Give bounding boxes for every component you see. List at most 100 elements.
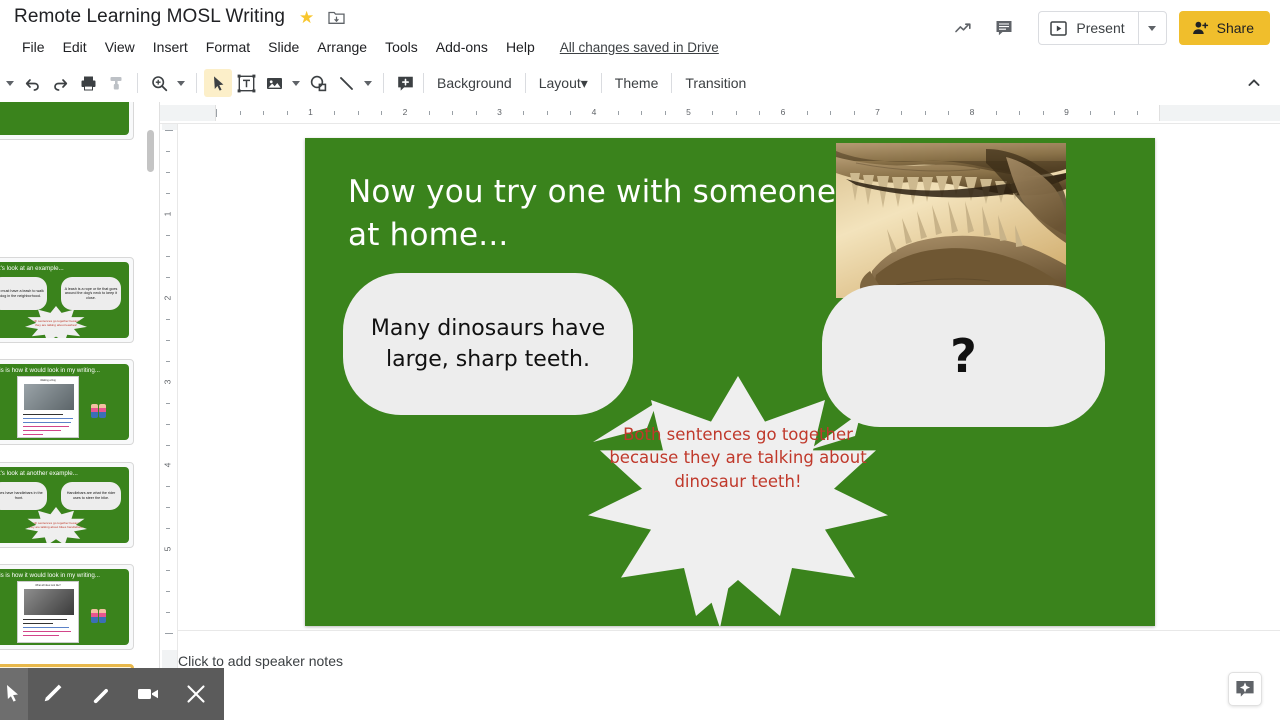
close-icon[interactable]: [172, 668, 220, 720]
speech-bubble-left-text: Many dinosaurs have large, sharp teeth.: [370, 315, 606, 372]
background-button[interactable]: Background: [428, 70, 521, 96]
paint-format-icon[interactable]: [102, 69, 130, 97]
ruler-number: 4: [591, 107, 597, 117]
ruler-tick: [735, 111, 737, 115]
menu-slide[interactable]: Slide: [259, 37, 308, 57]
ruler-margin-left: [160, 105, 215, 121]
select-icon[interactable]: [204, 69, 232, 97]
layout-button[interactable]: Layout▾: [530, 70, 597, 97]
slide-title[interactable]: Now you try one with someone at home...: [348, 171, 868, 257]
chevron-down-icon: ▾: [580, 74, 588, 91]
chevron-down-icon: [364, 80, 372, 86]
image-dropdown-caret[interactable]: [288, 69, 304, 97]
ruler-tick: [166, 192, 170, 194]
line-icon[interactable]: [332, 69, 360, 97]
comment-icon[interactable]: [984, 8, 1024, 48]
ruler-tick: [924, 111, 926, 115]
speech-bubble-right[interactable]: ?: [822, 285, 1105, 427]
transition-button[interactable]: Transition: [676, 70, 755, 96]
filmstrip-thumb-1[interactable]: the same, but are different!: [0, 102, 134, 140]
video-camera-icon[interactable]: [124, 668, 172, 720]
menu-insert[interactable]: Insert: [144, 37, 197, 57]
filmstrip-scrollbar[interactable]: [147, 102, 154, 720]
toolbar: Background Layout▾ Theme Transition: [0, 64, 1280, 102]
chevron-down-icon: [292, 80, 300, 86]
ruler-margin-right: [1160, 105, 1280, 121]
ruler-number: 2: [162, 295, 173, 301]
save-status[interactable]: All changes saved in Drive: [560, 40, 719, 55]
ruler-tick: [166, 486, 170, 488]
t-rex-skull-photo[interactable]: [836, 143, 1066, 298]
present-play-icon: [1050, 20, 1068, 36]
ruler-tick: [166, 423, 170, 425]
ruler-tick: [166, 570, 170, 572]
vertical-ruler[interactable]: 1 2 3 4 5: [160, 124, 178, 720]
filmstrip-thumb-5[interactable]: This is how it would look in my writing.…: [0, 564, 134, 650]
star-icon[interactable]: ★: [299, 9, 314, 26]
ruler-tick: [166, 150, 170, 152]
menu-addons[interactable]: Add-ons: [427, 37, 497, 57]
ruler-tick: [452, 111, 454, 115]
filmstrip-thumb-2[interactable]: Let's look at an example... You must hav…: [0, 257, 134, 343]
ruler-tick: [523, 111, 525, 115]
slide-filmstrip[interactable]: the same, but are different! Let's look …: [0, 102, 160, 720]
cursor-icon[interactable]: [0, 668, 28, 720]
ruler-tick: [166, 171, 170, 173]
thumb-doc: Walking a Dog: [17, 376, 79, 438]
print-icon[interactable]: [74, 69, 102, 97]
thumb-title: Let's look at an example...: [0, 265, 64, 272]
filmstrip-thumb-4[interactable]: Let's look at another example... Bikes h…: [0, 462, 134, 548]
ruler-tick: [712, 111, 714, 115]
toolbar-divider: [600, 73, 602, 93]
explore-button[interactable]: [1228, 672, 1262, 706]
eraser-icon[interactable]: [76, 668, 124, 720]
menu-view[interactable]: View: [96, 37, 144, 57]
current-slide-wrapper[interactable]: Now you try one with someone at home...: [305, 138, 1155, 649]
undo-icon[interactable]: [18, 69, 46, 97]
menu-edit[interactable]: Edit: [54, 37, 96, 57]
activity-trending-icon[interactable]: [944, 8, 984, 48]
menu-format[interactable]: Format: [197, 37, 259, 57]
thumb-bubble: Handlebars are what the rider uses to st…: [61, 482, 121, 510]
line-dropdown-caret[interactable]: [360, 69, 376, 97]
ruler-number: 6: [780, 107, 786, 117]
ruler-tick: [216, 109, 217, 117]
menu-file[interactable]: File: [13, 37, 54, 57]
zoom-dropdown-caret[interactable]: [173, 69, 189, 97]
menu-tools[interactable]: Tools: [376, 37, 427, 57]
present-button[interactable]: Present: [1039, 12, 1137, 44]
image-icon[interactable]: [260, 69, 288, 97]
text-box-icon[interactable]: [232, 69, 260, 97]
ruler-tick: [166, 528, 170, 530]
speaker-notes-panel[interactable]: Click to add speaker notes: [178, 630, 1280, 720]
ruler-tick: [263, 111, 265, 115]
ruler-tick: [357, 111, 359, 115]
pen-icon[interactable]: [28, 668, 76, 720]
toolbar-overflow-caret[interactable]: [2, 69, 18, 97]
thumb-title: Let's look at another example...: [0, 470, 78, 477]
redo-icon[interactable]: [46, 69, 74, 97]
ruler-tick: [664, 111, 666, 115]
horizontal-ruler[interactable]: 1 2 3 4 5 6 7 8 9: [160, 102, 1280, 124]
ruler-tick: [617, 111, 619, 115]
present-dropdown-button[interactable]: [1137, 12, 1166, 44]
chevron-up-icon[interactable]: [1240, 69, 1268, 97]
document-title[interactable]: Remote Learning MOSL Writing: [14, 6, 285, 28]
ruler-tick: [1019, 111, 1021, 115]
ruler-tick: [948, 111, 950, 115]
share-button[interactable]: Share: [1178, 11, 1270, 45]
current-slide[interactable]: Now you try one with someone at home...: [305, 138, 1155, 626]
speech-bubble-left[interactable]: Many dinosaurs have large, sharp teeth.: [343, 273, 633, 415]
theme-button[interactable]: Theme: [606, 70, 668, 96]
move-to-folder-icon[interactable]: [328, 10, 345, 25]
filmstrip-scroll-thumb[interactable]: [147, 130, 154, 172]
menu-help[interactable]: Help: [497, 37, 544, 57]
ruler-tick: [428, 111, 430, 115]
menu-arrange[interactable]: Arrange: [308, 37, 376, 57]
zoom-icon[interactable]: [145, 69, 173, 97]
shape-icon[interactable]: [304, 69, 332, 97]
ruler-tick: [806, 111, 808, 115]
filmstrip-thumb-3[interactable]: This is how it would look in my writing.…: [0, 359, 134, 445]
comment-add-icon[interactable]: [391, 69, 419, 97]
thumb-doc-title: What all bikes look like?: [35, 584, 61, 587]
